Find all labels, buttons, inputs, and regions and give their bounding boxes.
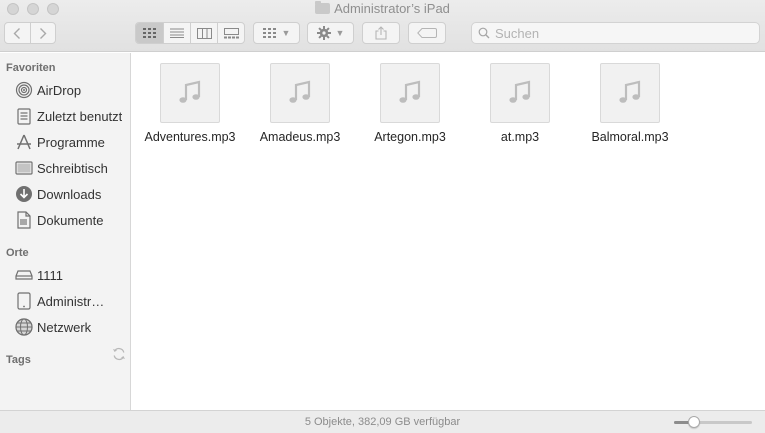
sidebar-item-airdrop[interactable]: AirDrop — [14, 79, 130, 101]
share-icon — [375, 26, 387, 40]
status-text: 5 Objekte, 382,09 GB verfügbar — [304, 416, 461, 428]
applications-icon — [14, 133, 33, 152]
file-item[interactable]: Artegon.mp3 — [355, 63, 465, 144]
audio-file-thumbnail — [490, 63, 550, 123]
downloads-icon — [14, 185, 33, 204]
sidebar: Favoriten AirDrop Zuletzt benutzt Progra… — [0, 53, 131, 410]
status-bar: 5 Objekte, 382,09 GB verfügbar — [0, 410, 765, 433]
network-icon — [14, 318, 33, 337]
music-note-icon — [289, 80, 311, 103]
chevron-left-icon — [13, 27, 21, 39]
music-note-icon — [509, 80, 531, 103]
search-icon — [478, 27, 490, 39]
gallery-view-button[interactable] — [217, 23, 244, 43]
columns-icon — [196, 27, 212, 39]
column-view-button[interactable] — [190, 23, 217, 43]
sidebar-section-tags: Tags — [6, 354, 31, 366]
group-icon — [262, 28, 276, 38]
sidebar-item-label: Downloads — [37, 186, 102, 202]
icon-grid-icon — [142, 28, 156, 38]
file-name: Artegon.mp3 — [374, 130, 446, 144]
chevron-right-icon — [39, 27, 47, 39]
icon-view-button[interactable] — [136, 23, 163, 43]
group-button[interactable]: ▼ — [253, 22, 300, 44]
sidebar-item-label: AirDrop — [37, 82, 82, 98]
back-button[interactable] — [5, 23, 30, 43]
file-name: Balmoral.mp3 — [591, 130, 669, 144]
sidebar-item-drive[interactable]: 1111 — [14, 264, 130, 286]
sidebar-item-label: Dokumente — [37, 212, 104, 228]
recents-icon — [14, 107, 33, 126]
forward-button[interactable] — [29, 23, 55, 43]
sidebar-item-ipad[interactable]: Administrator’s iPad — [14, 290, 110, 312]
file-item[interactable]: Adventures.mp3 — [135, 63, 245, 144]
window-title: Administrator’s iPad — [0, 1, 765, 17]
folder-icon — [315, 1, 331, 14]
documents-icon — [14, 211, 33, 230]
sidebar-item-label: Schreibtisch — [37, 160, 108, 176]
gallery-icon — [223, 27, 239, 38]
icon-size-slider-knob[interactable] — [687, 416, 700, 428]
music-note-icon — [399, 80, 421, 103]
sync-icon[interactable] — [112, 347, 126, 361]
file-item[interactable]: at.mp3 — [465, 63, 575, 144]
sidebar-item-documents[interactable]: Dokumente — [14, 209, 130, 231]
action-button[interactable]: ▼ — [307, 22, 354, 44]
view-mode-selector — [135, 22, 245, 44]
sidebar-item-label: Administrator’s iPad — [37, 293, 110, 309]
music-note-icon — [619, 80, 641, 103]
file-name: at.mp3 — [500, 130, 540, 144]
desktop-icon — [14, 159, 33, 178]
audio-file-thumbnail — [270, 63, 330, 123]
sidebar-item-desktop[interactable]: Schreibtisch — [14, 157, 130, 179]
sidebar-item-applications[interactable]: Programme — [14, 131, 130, 153]
sidebar-item-label: 1111 — [37, 267, 64, 283]
audio-file-thumbnail — [380, 63, 440, 123]
tag-button[interactable] — [408, 22, 446, 44]
share-button[interactable] — [362, 22, 400, 44]
music-note-icon — [179, 80, 201, 103]
search-input[interactable] — [495, 25, 745, 41]
file-item[interactable]: Balmoral.mp3 — [575, 63, 685, 144]
file-name: Adventures.mp3 — [144, 130, 236, 144]
audio-file-thumbnail — [600, 63, 660, 123]
navigation-buttons — [4, 22, 56, 44]
sidebar-item-label: Zuletzt benutzt — [37, 108, 123, 124]
airdrop-icon — [14, 81, 33, 100]
list-view-button[interactable] — [163, 23, 190, 43]
chevron-down-icon: ▼ — [335, 28, 345, 38]
gear-icon — [316, 26, 331, 40]
sidebar-item-label: Programme — [37, 134, 105, 150]
window-title-text: Administrator’s iPad — [334, 1, 450, 16]
tag-icon — [417, 28, 437, 38]
title-bar: Administrator’s iPad ▼ ▼ Suchen — [0, 0, 765, 52]
ipad-icon — [14, 292, 33, 311]
sidebar-item-downloads[interactable]: Downloads — [14, 183, 130, 205]
drive-icon — [14, 266, 33, 285]
audio-file-thumbnail — [160, 63, 220, 123]
sidebar-section-favorites: Favoriten — [6, 62, 56, 74]
sidebar-section-places: Orte — [6, 247, 29, 259]
file-name: Amadeus.mp3 — [259, 130, 341, 144]
list-icon — [170, 28, 184, 38]
sidebar-item-recents[interactable]: Zuletzt benutzt — [14, 105, 130, 127]
chevron-down-icon: ▼ — [281, 28, 291, 38]
sidebar-item-network[interactable]: Netzwerk — [14, 316, 130, 338]
file-item[interactable]: Amadeus.mp3 — [245, 63, 355, 144]
file-browser: Adventures.mp3 Amadeus.mp3 Artegon.mp3 a… — [132, 53, 765, 410]
search-field[interactable] — [471, 22, 760, 44]
icon-size-slider[interactable] — [674, 416, 752, 428]
sidebar-item-label: Netzwerk — [37, 319, 92, 335]
